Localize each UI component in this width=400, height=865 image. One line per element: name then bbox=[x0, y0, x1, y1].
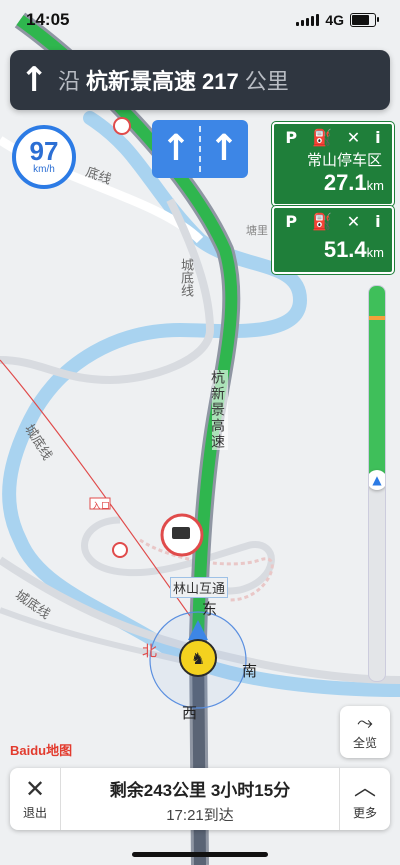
label-entrance: 入口 bbox=[92, 501, 111, 511]
service-area-card[interactable]: P ⛽ ✕ i 51.4km bbox=[272, 206, 394, 274]
label-interchange: 林山互通 bbox=[170, 577, 229, 598]
parking-icon: P bbox=[285, 128, 298, 147]
status-icons: 4G bbox=[296, 12, 379, 28]
compass-north: 北 bbox=[142, 643, 158, 660]
bottom-panel: ✕ 退出 剩余243公里 3小时15分 17:21到达 ︿ 更多 bbox=[10, 768, 390, 830]
route-progress-bar: ▲ bbox=[368, 285, 386, 682]
speed-unit: km/h bbox=[33, 164, 55, 175]
route-overview-icon: ⤳ bbox=[357, 712, 373, 734]
overview-button[interactable]: ⤳ 全览 bbox=[340, 706, 390, 758]
more-button[interactable]: ︿ 更多 bbox=[339, 768, 390, 830]
exit-button[interactable]: ✕ 退出 bbox=[10, 768, 61, 830]
congestion-band bbox=[369, 316, 385, 320]
guidance-road: 杭新景高速 bbox=[86, 69, 197, 94]
remaining-summary: 剩余243公里 3小时15分 bbox=[109, 781, 291, 800]
restaurant-icon: ✕ bbox=[346, 128, 361, 147]
close-icon: ✕ bbox=[24, 775, 46, 803]
lane-straight-icon: ↑ bbox=[208, 128, 240, 169]
compass-south: 南 bbox=[242, 663, 258, 680]
more-label: 更多 bbox=[352, 806, 377, 820]
chevron-up-icon: ︿ bbox=[353, 776, 376, 801]
parking-icon: P bbox=[285, 212, 298, 231]
no-entry-icon bbox=[112, 542, 128, 558]
speed-indicator: 97 km/h bbox=[12, 125, 76, 189]
signal-icon bbox=[296, 14, 320, 26]
service-area-unit: km bbox=[366, 178, 384, 193]
label-place: 塘里 bbox=[246, 225, 268, 237]
service-area-card[interactable]: P ⛽ ✕ i 常山停车区 27.1km bbox=[272, 122, 394, 206]
restroom-icon: i bbox=[375, 212, 381, 231]
baidu-logo: Baidu地图 bbox=[10, 743, 73, 758]
label-hangxinjing: 杭新景高速 bbox=[210, 370, 228, 450]
fuel-icon: ⛽ bbox=[312, 212, 332, 231]
guidance-unit: 公里 bbox=[244, 69, 289, 94]
guidance-distance: 217 bbox=[202, 69, 239, 94]
speed-value: 97 bbox=[29, 136, 59, 166]
service-area-distance: 51.4 bbox=[323, 237, 367, 262]
exit-label: 退出 bbox=[22, 806, 47, 820]
svg-text:♞: ♞ bbox=[191, 651, 205, 668]
straight-arrow-icon: ↑ bbox=[19, 60, 49, 100]
service-area-name: 常山停车区 bbox=[306, 152, 382, 169]
service-area-distance: 27.1 bbox=[323, 170, 367, 195]
service-area-unit: km bbox=[366, 245, 384, 260]
overview-label: 全览 bbox=[352, 736, 377, 750]
service-icons: P ⛽ ✕ i bbox=[274, 124, 392, 147]
status-bar: 14:05 4G bbox=[0, 0, 400, 44]
restaurant-icon: ✕ bbox=[346, 212, 361, 231]
arrival-time: 17:21到达 bbox=[166, 807, 234, 824]
lane-guidance: ↑ ↑ bbox=[152, 120, 248, 178]
compass-west: 西 bbox=[182, 705, 198, 722]
home-indicator bbox=[132, 852, 268, 857]
clock: 14:05 bbox=[26, 10, 70, 29]
fuel-icon: ⛽ bbox=[312, 128, 332, 147]
network-label: 4G bbox=[325, 12, 344, 28]
restroom-icon: i bbox=[375, 128, 381, 147]
battery-icon bbox=[350, 13, 379, 27]
guidance-prefix: 沿 bbox=[58, 69, 81, 94]
service-icons: P ⛽ ✕ i bbox=[274, 208, 392, 231]
guidance-banner[interactable]: ↑ 沿 杭新景高速 217 公里 bbox=[10, 50, 390, 110]
lane-straight-icon: ↑ bbox=[160, 128, 192, 169]
label-chengdi-2: 城底线 bbox=[179, 258, 194, 297]
current-position-icon: ▲ bbox=[369, 469, 385, 490]
compass-east: 东 bbox=[202, 601, 218, 618]
